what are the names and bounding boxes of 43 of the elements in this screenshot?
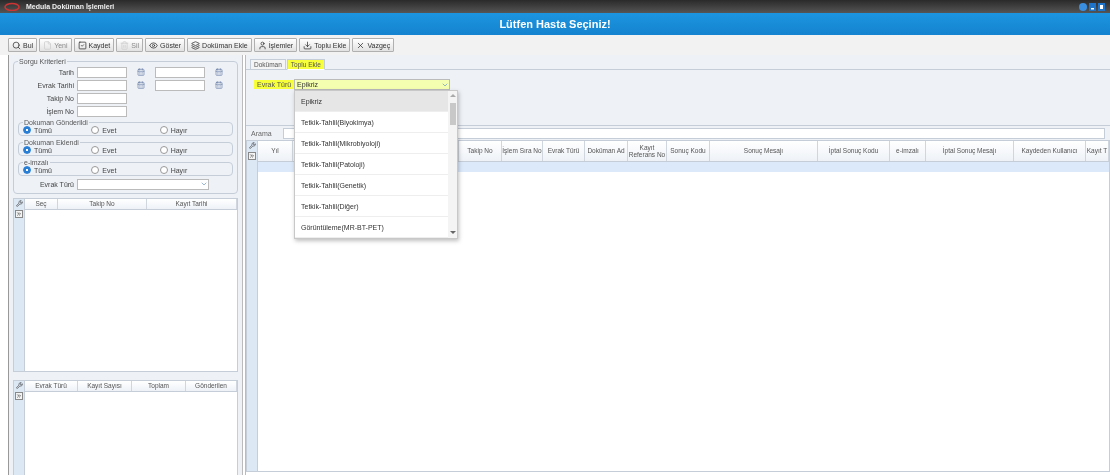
window-controls-drawing[interactable] (1078, 1, 1106, 12)
radio-button[interactable] (23, 126, 31, 134)
radio-button[interactable] (159, 126, 168, 134)
input-field[interactable] (77, 79, 127, 91)
check-icon (77, 40, 87, 50)
download-icon (303, 40, 313, 50)
radio-button[interactable] (91, 126, 100, 134)
logo-icon (4, 2, 20, 11)
wrench-icon[interactable] (15, 382, 23, 389)
eye-icon (149, 40, 159, 50)
layers-icon (191, 40, 201, 50)
radio-button[interactable] (91, 146, 100, 154)
close-icon (356, 40, 366, 50)
input-field[interactable] (77, 66, 127, 78)
chevrons-right-icon (16, 393, 22, 399)
radio-button[interactable] (91, 166, 100, 174)
trash-icon (120, 40, 130, 50)
input-field[interactable] (155, 79, 205, 91)
radio-button[interactable] (23, 146, 31, 154)
document-icon (43, 40, 53, 50)
calendar-icon[interactable] (137, 68, 145, 76)
chevrons-right-icon (16, 211, 22, 217)
expand-button[interactable] (15, 210, 23, 218)
expand-button[interactable] (15, 392, 23, 400)
header-title: Lütfen Hasta Seçiniz! (499, 18, 611, 30)
search-icon (12, 40, 21, 50)
calendar-icon[interactable] (215, 68, 223, 76)
radio-button[interactable] (159, 166, 168, 174)
radio-button[interactable] (159, 146, 168, 154)
expand-button[interactable] (248, 152, 256, 160)
chevron-down-icon (200, 180, 208, 188)
input-field[interactable] (155, 66, 205, 78)
wrench-icon[interactable] (248, 142, 256, 149)
select-field[interactable] (77, 178, 209, 190)
wrench-icon[interactable] (15, 200, 23, 207)
input-field[interactable] (77, 105, 127, 117)
calendar-icon[interactable] (215, 81, 223, 89)
chevrons-right-icon (249, 153, 255, 159)
calendar-icon[interactable] (137, 81, 145, 89)
radio-button[interactable] (23, 166, 31, 174)
input-field[interactable] (77, 92, 127, 104)
scrollbar[interactable] (448, 91, 457, 238)
user-icon (257, 40, 267, 50)
